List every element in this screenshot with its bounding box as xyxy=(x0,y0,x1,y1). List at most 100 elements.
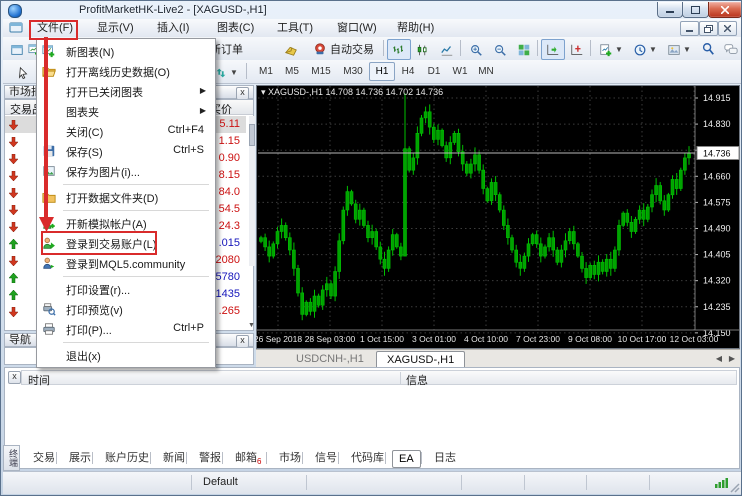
bid-price: 1.15 xyxy=(219,135,240,147)
chart-tab-usdcnhh1[interactable]: USDCNH-,H1 xyxy=(286,351,374,367)
terminal-close-icon[interactable]: x xyxy=(8,371,21,384)
terminal-tab-history[interactable]: 账户历史 xyxy=(99,450,155,466)
scroll-down-icon[interactable]: ▼ xyxy=(248,322,255,329)
dropdown-arrow-icon[interactable]: ▼ xyxy=(230,68,238,77)
file-menu-item[interactable]: 打印(P)...Ctrl+P xyxy=(38,319,212,339)
file-menu-item[interactable]: 退出(x) xyxy=(38,345,212,365)
time-axis-label: 26 Sep 2018 xyxy=(256,334,302,344)
candlestick-chart[interactable]: 26 Sep 201828 Sep 03:001 Oct 15:003 Oct … xyxy=(256,85,740,349)
menu-view[interactable]: 显示(V) xyxy=(91,20,140,36)
add-indicator-button[interactable]: ▼ xyxy=(594,39,628,60)
chart-tab-xagusdh1[interactable]: XAGUSD-,H1 xyxy=(376,351,465,368)
search-button[interactable] xyxy=(697,39,719,58)
menu-window[interactable]: 窗口(W) xyxy=(331,20,383,36)
market-watch-scrollbar[interactable] xyxy=(249,116,255,266)
timeframe-m30-button[interactable]: M30 xyxy=(337,62,369,81)
terminal-tab-mailbox[interactable]: 邮箱6 xyxy=(229,450,267,466)
bid-price: .265 xyxy=(219,305,240,317)
menu-item-label: 退出(x) xyxy=(66,348,101,364)
tab-scroll-left-icon[interactable]: ◀ xyxy=(716,354,722,363)
timeframe-h4-button[interactable]: H4 xyxy=(395,62,421,81)
status-divider xyxy=(461,475,462,490)
chart-candles-button[interactable] xyxy=(411,39,435,60)
resize-grip[interactable] xyxy=(728,481,740,493)
chat-button[interactable] xyxy=(720,39,742,58)
bid-price: 54.5 xyxy=(219,203,240,215)
file-menu-item[interactable]: 新图表(N) xyxy=(38,41,212,61)
envelope-button[interactable] xyxy=(279,39,303,60)
title-bar[interactable]: ProfitMarketHK-Live2 - [XAGUSD-,H1] xyxy=(1,1,742,19)
dropdown-arrow-icon[interactable]: ▼ xyxy=(649,45,657,54)
bid-price: 1435 xyxy=(216,288,240,300)
chart-line-button[interactable] xyxy=(435,39,459,60)
price-down-icon xyxy=(9,307,18,317)
child-close-button[interactable] xyxy=(718,21,737,36)
chart-shift-button[interactable] xyxy=(565,39,589,60)
terminal-tab-ea[interactable]: EA xyxy=(392,450,421,468)
zoom-out-button[interactable] xyxy=(488,39,512,60)
templates-button[interactable]: ▼ xyxy=(662,39,696,60)
periods-clock-button[interactable]: ▼ xyxy=(628,39,662,60)
price-down-icon xyxy=(9,256,18,266)
menu-insert[interactable]: 插入(I) xyxy=(151,20,195,36)
file-menu-item[interactable]: 图表夹▶ xyxy=(38,101,212,121)
maximize-button[interactable] xyxy=(682,2,709,18)
bid-price: 5.11 xyxy=(219,118,240,130)
menu-tools[interactable]: 工具(T) xyxy=(271,20,319,36)
child-minimize-button[interactable] xyxy=(680,21,699,36)
tab-scroll-right-icon[interactable]: ▶ xyxy=(729,354,735,363)
timeframe-m1-button[interactable]: M1 xyxy=(253,62,279,81)
menu-item-label: 保存(S) xyxy=(66,144,103,160)
price-up-icon xyxy=(9,239,18,249)
file-menu-item[interactable]: 打开离线历史数据(O) xyxy=(38,61,212,81)
menu-charts[interactable]: 图表(C) xyxy=(211,20,260,36)
toolbar-separator xyxy=(246,63,247,79)
timeframe-m15-button[interactable]: M15 xyxy=(305,62,337,81)
menu-item-label: 打开已关闭图表 xyxy=(66,84,143,100)
file-menu-item[interactable]: 打开数据文件夹(D) xyxy=(38,187,212,207)
application-window: ProfitMarketHK-Live2 - [XAGUSD-,H1] 文件(F… xyxy=(0,0,742,496)
timeframe-d1-button[interactable]: D1 xyxy=(421,62,447,81)
search-icon xyxy=(701,42,715,56)
dropdown-arrow-icon[interactable]: ▼ xyxy=(615,45,623,54)
menu-separator xyxy=(63,210,209,211)
file-menu-item[interactable]: 保存为图片(i)... xyxy=(38,161,212,181)
time-axis-label: 4 Oct 10:00 xyxy=(464,334,508,344)
window-title: ProfitMarketHK-Live2 - [XAGUSD-,H1] xyxy=(79,4,267,16)
close-button[interactable] xyxy=(708,2,742,18)
auto-scroll-button[interactable] xyxy=(541,39,565,60)
terminal-header[interactable]: 时间 信息 xyxy=(21,370,737,385)
scrollbar-thumb[interactable] xyxy=(249,124,255,146)
terminal-vertical-tab[interactable]: 终端 xyxy=(3,445,20,471)
maximize-icon xyxy=(691,6,700,14)
child-restore-button[interactable] xyxy=(699,21,718,36)
file-menu-item[interactable]: 打开已关闭图表▶ xyxy=(38,81,212,101)
cursor-button[interactable] xyxy=(11,62,35,83)
toolbar-separator xyxy=(537,40,538,56)
terminal-tab-codebase[interactable]: 代码库 xyxy=(345,450,390,466)
terminal-tab-journal[interactable]: 日志 xyxy=(428,450,462,466)
dropdown-arrow-icon[interactable]: ▼ xyxy=(683,45,691,54)
minimize-button[interactable] xyxy=(657,2,683,18)
file-menu-item[interactable]: 打印设置(r)... xyxy=(38,279,212,299)
timeframe-h1-button[interactable]: H1 xyxy=(369,62,395,81)
file-menu-item[interactable]: 关闭(C)Ctrl+F4 xyxy=(38,121,212,141)
timeframe-m5-button[interactable]: M5 xyxy=(279,62,305,81)
chart-window-icon[interactable] xyxy=(9,21,24,34)
print-icon xyxy=(42,322,56,336)
column-divider[interactable] xyxy=(400,372,401,385)
file-menu-item[interactable]: 登录到MQL5.community xyxy=(38,253,212,273)
bid-price: 24.3 xyxy=(219,220,240,232)
timeframe-mn-button[interactable]: MN xyxy=(473,62,499,81)
menu-help[interactable]: 帮助(H) xyxy=(391,20,440,36)
file-menu-item[interactable]: 开新模拟帐户(A) xyxy=(38,213,212,233)
timeframe-w1-button[interactable]: W1 xyxy=(447,62,473,81)
zoom-in-button[interactable] xyxy=(464,39,488,60)
tile-windows-button[interactable] xyxy=(512,39,536,60)
chart-bars-button[interactable] xyxy=(387,39,411,60)
chat-icon xyxy=(724,42,738,56)
autotrade-button[interactable]: 自动交易 xyxy=(309,39,378,58)
file-menu-item[interactable]: 保存(S)Ctrl+S xyxy=(38,141,212,161)
file-menu-item[interactable]: 打印预览(v) xyxy=(38,299,212,319)
tab-separator xyxy=(92,452,93,464)
